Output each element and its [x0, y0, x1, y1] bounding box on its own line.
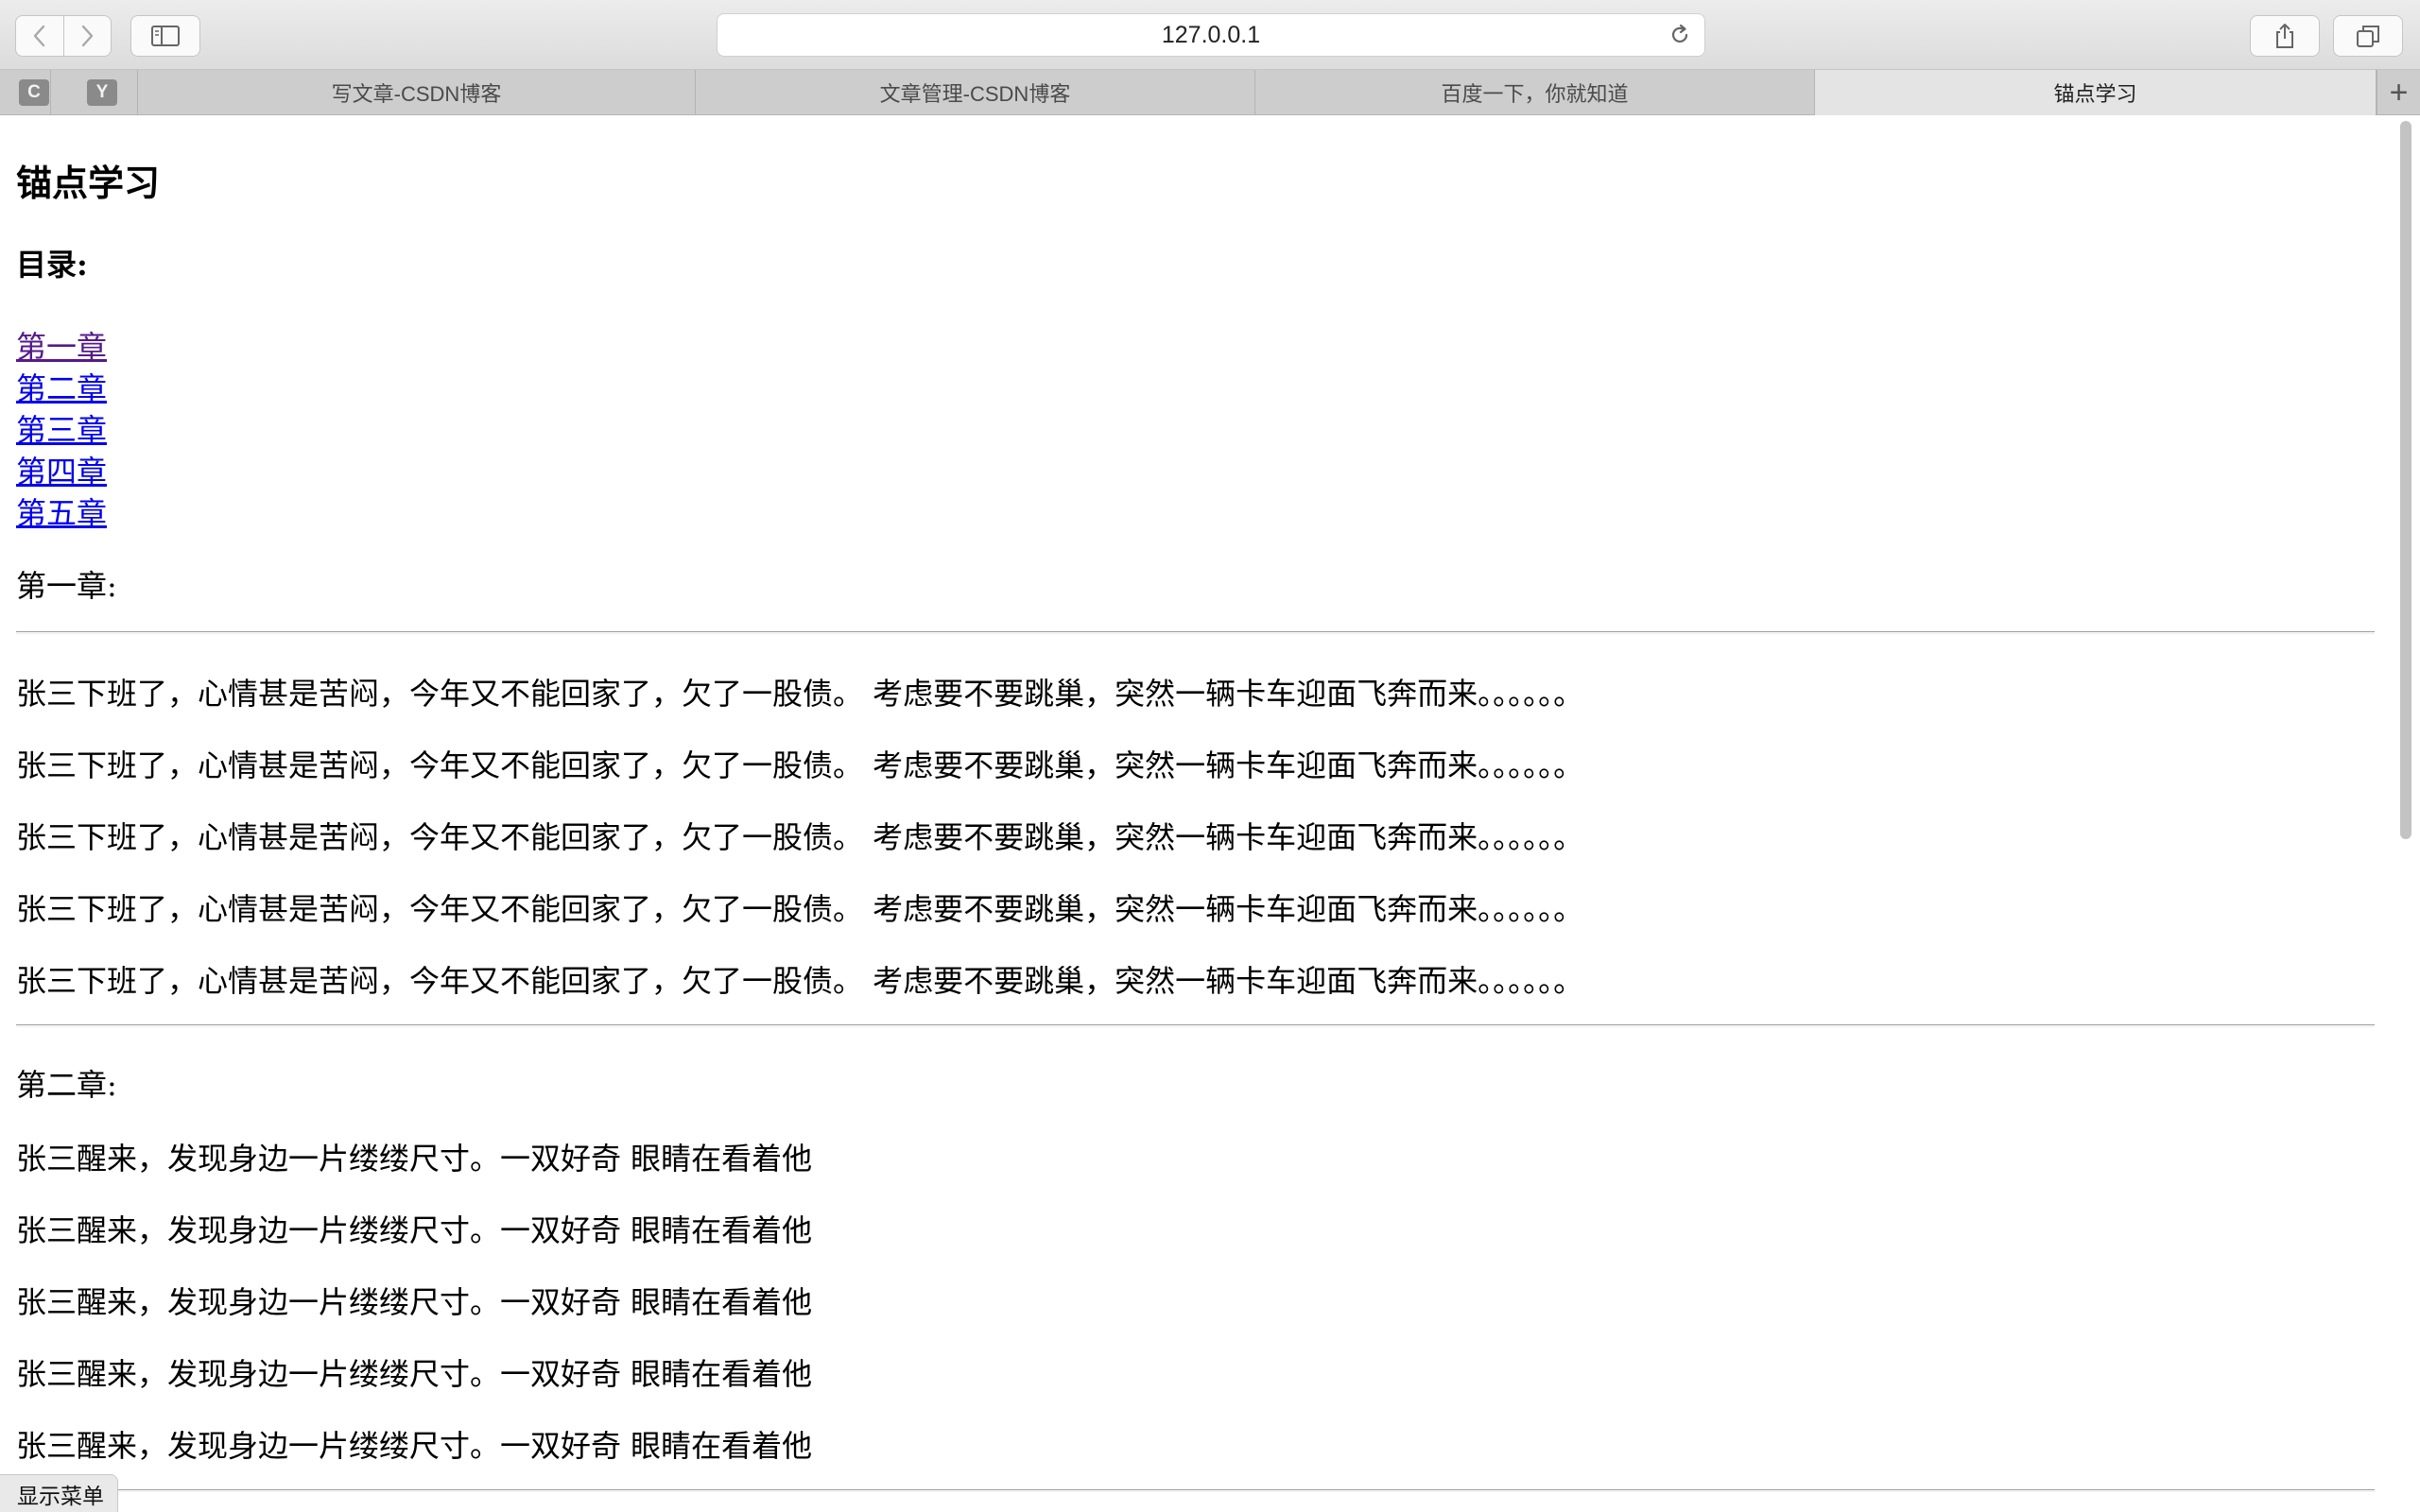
address-bar[interactable]: 127.0.0.1 — [717, 13, 1705, 57]
tab-anchor-learning[interactable]: 锚点学习 — [1815, 70, 2377, 115]
divider — [16, 1024, 2375, 1027]
tab-bar: C Y 写文章-CSDN博客 文章管理-CSDN博客 百度一下，你就知道 锚点学… — [0, 70, 2420, 115]
chapter-2-paragraph: 张三醒来，发现身边一片缕缕尺寸。一双好奇 眼睛在看着他 — [16, 1284, 813, 1320]
tabs-overview-icon — [2357, 26, 2379, 47]
reload-icon — [1671, 24, 1688, 43]
chapter-2-paragraph: 张三醒来，发现身边一片缕缕尺寸。一双好奇 眼睛在看着他 — [16, 1141, 813, 1177]
nav-buttons — [15, 15, 112, 57]
tab-label: 锚点学习 — [2053, 82, 2137, 106]
chapter-1-heading: 第一章: — [16, 568, 117, 604]
toc-link-chapter-3[interactable]: 第三章 — [16, 406, 107, 450]
chapter-2-paragraph: 张三醒来，发现身边一片缕缕尺寸。一双好奇 眼睛在看着他 — [16, 1428, 813, 1464]
pinned-tab-y-icon: Y — [87, 79, 117, 106]
chapter-2-paragraph: 张三醒来，发现身边一片缕缕尺寸。一双好奇 眼睛在看着他 — [16, 1212, 813, 1248]
toc-link-chapter-5[interactable]: 第五章 — [16, 490, 107, 533]
web-page: 锚点学习 目录: 第一章 第二章 第三章 第四章 第五章 第一章: 张三下班了，… — [0, 116, 2392, 1512]
toc-link-chapter-1[interactable]: 第一章 — [16, 323, 107, 367]
sidebar-icon — [151, 26, 180, 46]
browser-toolbar: 127.0.0.1 — [0, 0, 2420, 70]
tab-baidu[interactable]: 百度一下，你就知道 — [1255, 70, 1815, 115]
divider — [16, 1489, 2375, 1492]
toc-heading: 目录: — [16, 247, 88, 283]
divider — [16, 631, 2375, 634]
pinned-tab-c[interactable]: C — [0, 70, 51, 115]
reload-button[interactable] — [1667, 22, 1693, 48]
share-icon — [2276, 24, 2293, 48]
url-text: 127.0.0.1 — [1161, 21, 1261, 48]
tab-write-article[interactable]: 写文章-CSDN博客 — [138, 70, 696, 115]
tab-label: 文章管理-CSDN博客 — [879, 82, 1071, 106]
pinned-tab-y[interactable]: Y — [51, 70, 138, 115]
tab-label: 写文章-CSDN博客 — [331, 82, 502, 106]
plus-icon: + — [2389, 74, 2409, 111]
page-scrollbar[interactable] — [2399, 119, 2412, 1508]
forward-button[interactable] — [62, 16, 112, 56]
chapter-1-paragraph: 张三下班了，心情甚是苦闷，今年又不能回家了，欠了一股债。 考虑要不要跳巢，突然一… — [16, 819, 1584, 855]
page-title: 锚点学习 — [16, 162, 161, 204]
tab-label: 百度一下，你就知道 — [1441, 82, 1629, 106]
chapter-1-paragraph: 张三下班了，心情甚是苦闷，今年又不能回家了，欠了一股债。 考虑要不要跳巢，突然一… — [16, 676, 1584, 712]
chapter-1-paragraph: 张三下班了，心情甚是苦闷，今年又不能回家了，欠了一股债。 考虑要不要跳巢，突然一… — [16, 747, 1584, 783]
toc-link-chapter-4[interactable]: 第四章 — [16, 448, 107, 491]
forward-icon — [82, 25, 94, 47]
tabs-overview-button[interactable] — [2333, 15, 2403, 57]
tab-article-manage[interactable]: 文章管理-CSDN博客 — [696, 70, 1255, 115]
pinned-tab-c-icon: C — [19, 79, 49, 106]
share-button[interactable] — [2250, 15, 2320, 57]
new-tab-button[interactable]: + — [2377, 70, 2420, 115]
chapter-2-heading: 第二章: — [16, 1067, 117, 1103]
toc-link-chapter-2[interactable]: 第二章 — [16, 365, 107, 408]
sidebar-button[interactable] — [130, 15, 200, 57]
back-icon — [33, 25, 44, 47]
chapter-2-paragraph: 张三醒来，发现身边一片缕缕尺寸。一双好奇 眼睛在看着他 — [16, 1356, 813, 1392]
scrollbar-thumb[interactable] — [2400, 121, 2411, 839]
show-menu-button[interactable]: 显示菜单 — [0, 1474, 118, 1512]
chapter-1-paragraph: 张三下班了，心情甚是苦闷，今年又不能回家了，欠了一股债。 考虑要不要跳巢，突然一… — [16, 891, 1584, 927]
chapter-1-paragraph: 张三下班了，心情甚是苦闷，今年又不能回家了，欠了一股债。 考虑要不要跳巢，突然一… — [16, 963, 1584, 999]
back-button[interactable] — [16, 16, 63, 56]
